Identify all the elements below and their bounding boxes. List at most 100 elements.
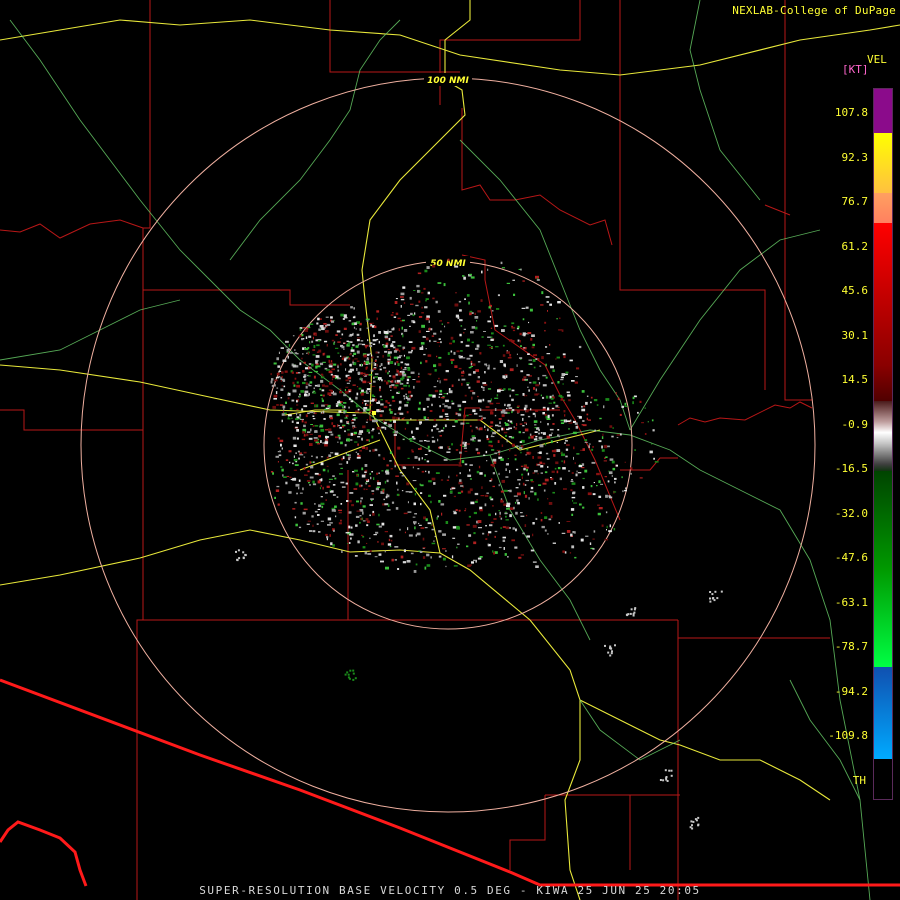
radar-echo bbox=[379, 386, 381, 389]
international-border bbox=[0, 678, 900, 887]
radar-echo bbox=[503, 547, 505, 550]
radar-echo bbox=[347, 433, 350, 436]
radar-echo bbox=[540, 421, 542, 423]
radar-echo bbox=[601, 445, 603, 449]
radar-echo bbox=[482, 382, 487, 385]
radar-echo bbox=[608, 496, 613, 499]
radar-echo bbox=[365, 446, 368, 450]
radar-echo bbox=[422, 556, 426, 559]
radar-echo bbox=[500, 261, 503, 265]
radar-echo bbox=[472, 440, 476, 442]
radar-echo bbox=[419, 421, 422, 424]
radar-echo bbox=[460, 490, 464, 493]
radar-echo bbox=[508, 527, 511, 529]
radar-echo bbox=[564, 437, 567, 440]
radar-echo bbox=[401, 326, 403, 330]
radar-echo bbox=[479, 556, 483, 558]
radar-echo bbox=[614, 481, 616, 484]
radar-echo bbox=[452, 526, 457, 529]
radar-echo bbox=[533, 435, 536, 437]
radar-echo bbox=[438, 363, 442, 367]
radar-echo bbox=[592, 538, 595, 540]
radar-echo bbox=[337, 352, 340, 354]
radar-echo bbox=[447, 258, 450, 262]
radar-echo bbox=[389, 460, 392, 462]
radar-echo bbox=[546, 353, 551, 355]
radar-echo bbox=[275, 455, 279, 458]
radar-echo bbox=[292, 462, 294, 465]
radar-echo bbox=[339, 337, 342, 339]
radar-echo bbox=[309, 323, 314, 325]
radar-echo bbox=[527, 386, 529, 388]
county-lines bbox=[0, 0, 830, 900]
radar-echo bbox=[376, 472, 379, 475]
radar-echo bbox=[466, 443, 470, 445]
radar-echo bbox=[537, 456, 542, 459]
radar-echo bbox=[605, 398, 610, 401]
radar-echo bbox=[408, 390, 412, 394]
radar-echo bbox=[298, 486, 300, 490]
radar-echo bbox=[581, 408, 586, 412]
radar-echo bbox=[303, 361, 306, 364]
radar-echo bbox=[507, 419, 510, 422]
radar-echo bbox=[544, 413, 547, 416]
radar-echo bbox=[609, 458, 614, 461]
radar-echo bbox=[525, 423, 527, 425]
radar-echo bbox=[355, 345, 359, 348]
radar-echo bbox=[377, 541, 379, 543]
radar-echo bbox=[327, 524, 331, 526]
radar-echo bbox=[402, 467, 407, 469]
radar-echo bbox=[295, 483, 300, 487]
radar-echo bbox=[462, 275, 465, 277]
radar-echo bbox=[480, 495, 485, 497]
radar-echo bbox=[524, 524, 527, 527]
radar-echo bbox=[375, 531, 379, 534]
radar-echo bbox=[318, 328, 321, 331]
radar-echo bbox=[714, 590, 717, 593]
radar-echo bbox=[396, 360, 399, 364]
radar-echo bbox=[394, 380, 396, 383]
radar-echo bbox=[485, 406, 490, 408]
radar-echo bbox=[519, 423, 523, 425]
radar-echo bbox=[528, 436, 531, 439]
radar-echo bbox=[409, 440, 413, 442]
radar-echo bbox=[564, 442, 566, 444]
radar-echo bbox=[495, 346, 499, 348]
radar-echo bbox=[544, 529, 547, 532]
radar-echo bbox=[668, 769, 671, 772]
radar-echo bbox=[386, 381, 389, 385]
radar-echo bbox=[365, 367, 368, 370]
radar-echo bbox=[322, 352, 325, 356]
legend-unit: [KT] bbox=[842, 63, 869, 76]
radar-echo bbox=[320, 440, 322, 443]
radar-echo bbox=[491, 310, 494, 312]
radar-echo bbox=[428, 450, 431, 452]
radar-echo bbox=[376, 356, 379, 358]
radar-echo bbox=[361, 389, 364, 392]
radar-echo bbox=[424, 269, 428, 273]
radar-echo bbox=[352, 678, 355, 681]
radar-echo bbox=[468, 414, 472, 416]
radar-echo bbox=[310, 402, 314, 404]
radar-echo bbox=[489, 402, 494, 405]
radar-echo bbox=[383, 366, 387, 369]
radar-echo bbox=[574, 556, 577, 559]
radar-echo bbox=[413, 570, 417, 573]
radar-echo bbox=[499, 421, 501, 424]
radar-echo bbox=[461, 375, 464, 377]
radar-echo bbox=[530, 338, 533, 341]
radar-echo bbox=[550, 397, 554, 400]
radar-echo bbox=[378, 553, 382, 556]
radar-echo bbox=[466, 524, 470, 526]
highways bbox=[0, 0, 900, 900]
radar-echo bbox=[531, 481, 535, 483]
radar-echo bbox=[445, 521, 449, 524]
radar-echo bbox=[367, 339, 369, 342]
radar-echo bbox=[402, 368, 407, 371]
radar-echo bbox=[553, 454, 556, 457]
radar-echo bbox=[506, 404, 510, 407]
radar-echo bbox=[549, 428, 554, 431]
radar-echo bbox=[565, 455, 568, 458]
radar-echo bbox=[423, 416, 427, 419]
radar-echo bbox=[407, 527, 409, 531]
